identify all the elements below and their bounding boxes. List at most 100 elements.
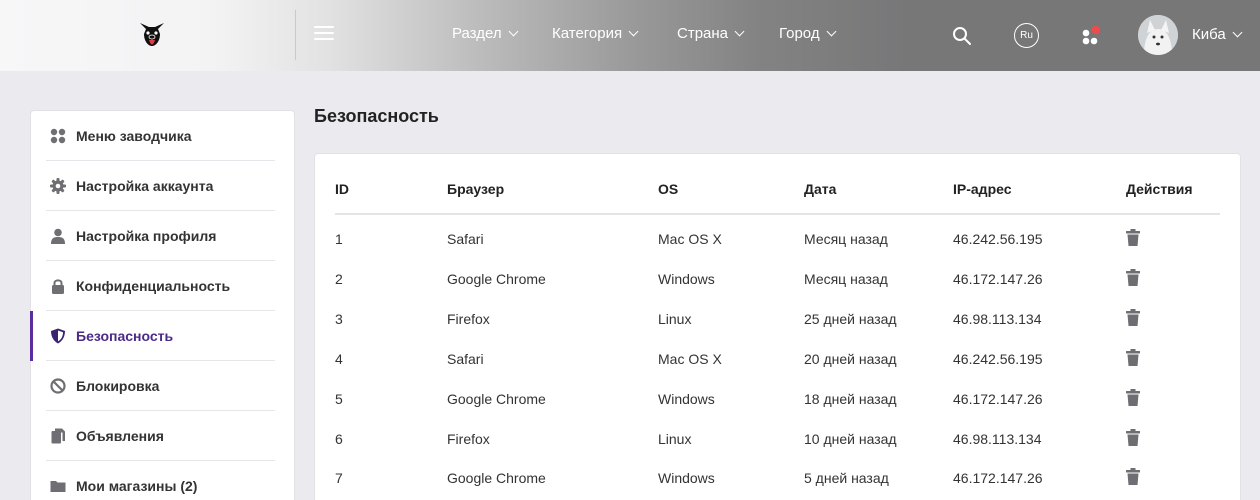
shield-icon — [49, 327, 67, 345]
cell-browser: Google Chrome — [447, 271, 546, 287]
cell-ip: 46.98.113.134 — [953, 431, 1042, 447]
sidebar-item-profile-settings[interactable]: Настройка профиля — [46, 211, 275, 261]
user-icon — [49, 227, 67, 245]
language-switch[interactable]: Ru — [1014, 23, 1039, 48]
search-icon[interactable] — [952, 26, 972, 46]
delete-session-trash-icon[interactable] — [1126, 429, 1140, 446]
delete-session-trash-icon[interactable] — [1126, 309, 1140, 326]
cell-browser: Firefox — [447, 311, 490, 327]
sidebar-item-label: Конфиденциальность — [76, 277, 231, 294]
settings-sidebar: Меню заводчика Настройка аккаунта Настро… — [30, 110, 295, 500]
sidebar-item-breeder-menu[interactable]: Меню заводчика — [46, 111, 275, 161]
chevron-down-icon — [826, 26, 837, 37]
lock-icon — [49, 277, 67, 295]
nav-section-dropdown[interactable]: Раздел — [452, 25, 519, 42]
sidebar-item-label: Мои магазины (2) — [76, 478, 198, 494]
cell-os: Linux — [658, 311, 692, 327]
cell-ip: 46.172.147.26 — [953, 391, 1043, 407]
nav-category-dropdown[interactable]: Категория — [552, 25, 639, 42]
column-header-browser: Браузер — [447, 181, 505, 197]
documents-icon — [49, 427, 67, 445]
folder-icon — [49, 477, 67, 495]
cell-id: 6 — [335, 431, 343, 447]
block-icon — [49, 377, 67, 395]
husky-avatar-icon — [1138, 15, 1178, 55]
gear-icon — [49, 177, 67, 195]
cell-id: 1 — [335, 231, 343, 247]
user-menu-dropdown[interactable]: Киба — [1192, 26, 1243, 43]
sidebar-item-label: Безопасность — [76, 327, 174, 344]
cell-date: 18 дней назад — [804, 391, 897, 407]
column-header-actions: Действия — [1126, 181, 1193, 197]
cell-ip: 46.242.56.195 — [953, 351, 1043, 367]
chevron-down-icon — [628, 26, 639, 37]
cell-browser: Firefox — [447, 431, 490, 447]
sidebar-item-label: Настройка профиля — [76, 227, 217, 244]
cell-ip: 46.172.147.26 — [953, 470, 1043, 486]
cell-browser: Safari — [447, 231, 484, 247]
cell-date: Месяц назад — [804, 231, 888, 247]
active-indicator — [30, 311, 33, 361]
chevron-down-icon — [1232, 27, 1243, 38]
nav-city-label: Город — [779, 25, 820, 42]
user-avatar[interactable] — [1138, 15, 1178, 55]
cell-os: Mac OS X — [658, 231, 722, 247]
delete-session-trash-icon[interactable] — [1126, 229, 1140, 246]
nav-country-label: Страна — [677, 25, 729, 42]
header-divider-line — [335, 213, 1220, 215]
sidebar-item-account-settings[interactable]: Настройка аккаунта — [46, 161, 275, 211]
sidebar-item-privacy[interactable]: Конфиденциальность — [46, 261, 275, 311]
dots-grid-icon — [49, 127, 67, 145]
dog-logo-icon[interactable] — [138, 20, 166, 50]
cell-os: Windows — [658, 271, 715, 287]
sidebar-item-ads[interactable]: Объявления — [46, 411, 275, 461]
cell-id: 5 — [335, 391, 343, 407]
cell-date: 25 дней назад — [804, 311, 897, 327]
chevron-down-icon — [734, 26, 745, 37]
sidebar-item-security[interactable]: Безопасность — [46, 311, 275, 361]
sidebar-item-label: Блокировка — [76, 377, 160, 394]
sidebar-item-label: Объявления — [76, 427, 164, 444]
cell-date: 10 дней назад — [804, 431, 897, 447]
column-header-date: Дата — [804, 181, 837, 197]
sidebar-item-blocking[interactable]: Блокировка — [46, 361, 275, 411]
cell-id: 3 — [335, 311, 343, 327]
cell-id: 2 — [335, 271, 343, 287]
menu-burger-icon[interactable] — [314, 26, 334, 44]
cell-os: Linux — [658, 431, 692, 447]
delete-session-trash-icon[interactable] — [1126, 349, 1140, 366]
nav-city-dropdown[interactable]: Город — [779, 25, 837, 42]
cell-os: Windows — [658, 470, 715, 486]
nav-category-label: Категория — [552, 25, 623, 42]
cell-browser: Google Chrome — [447, 470, 546, 486]
column-header-os: OS — [658, 181, 679, 197]
column-header-id: ID — [335, 181, 349, 197]
chevron-down-icon — [508, 26, 519, 37]
cell-browser: Google Chrome — [447, 391, 546, 407]
cell-os: Mac OS X — [658, 351, 722, 367]
sidebar-item-label: Меню заводчика — [76, 127, 192, 144]
notifications-icon[interactable] — [1080, 24, 1104, 48]
delete-session-trash-icon[interactable] — [1126, 468, 1140, 485]
page-title: Безопасность — [314, 106, 439, 126]
cell-ip: 46.98.113.134 — [953, 311, 1042, 327]
sidebar-item-label: Настройка аккаунта — [76, 177, 214, 194]
cell-os: Windows — [658, 391, 715, 407]
cell-date: 5 дней назад — [804, 470, 889, 486]
cell-date: 20 дней назад — [804, 351, 897, 367]
column-header-ip: IP-адрес — [953, 181, 1012, 197]
cell-ip: 46.242.56.195 — [953, 231, 1043, 247]
sessions-table-card: ID Браузер OS Дата IP-адрес Действия 1 Sa… — [314, 153, 1241, 500]
user-name-label: Киба — [1192, 26, 1226, 43]
cell-id: 7 — [335, 470, 343, 486]
nav-country-dropdown[interactable]: Страна — [677, 25, 745, 42]
header-divider — [295, 10, 296, 60]
cell-browser: Safari — [447, 351, 484, 367]
cell-id: 4 — [335, 351, 343, 367]
delete-session-trash-icon[interactable] — [1126, 389, 1140, 406]
cell-date: Месяц назад — [804, 271, 888, 287]
sidebar-item-my-shops[interactable]: Мои магазины (2) — [46, 461, 275, 500]
delete-session-trash-icon[interactable] — [1126, 269, 1140, 286]
top-header: Раздел Категория Страна Город Ru Киба — [0, 0, 1260, 71]
cell-ip: 46.172.147.26 — [953, 271, 1043, 287]
